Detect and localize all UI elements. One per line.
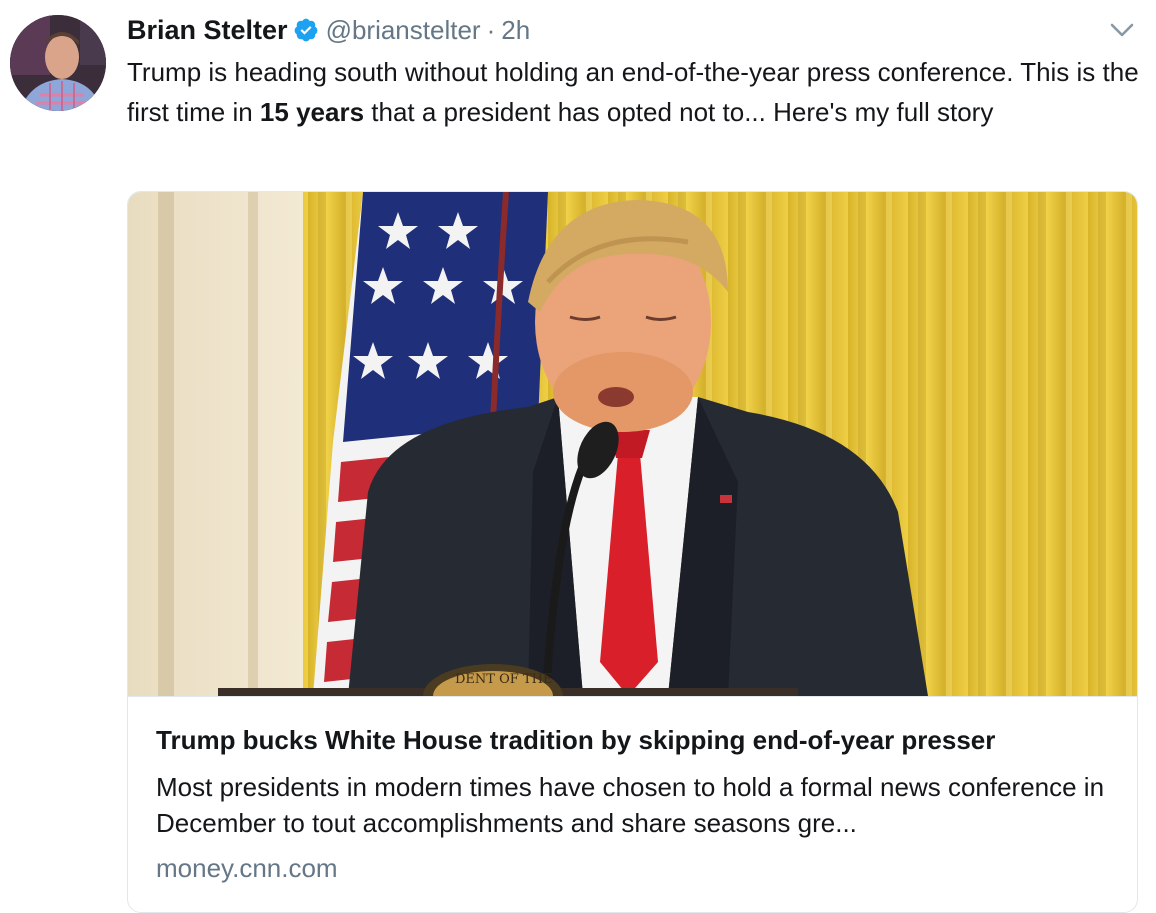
tweet-text: Trump is heading south without holding a… xyxy=(127,52,1147,132)
author-name[interactable]: Brian Stelter xyxy=(127,15,288,46)
author-handle[interactable]: @brianstelter xyxy=(326,15,481,46)
tweet-text-part2: that a president has opted not to... Her… xyxy=(364,97,994,127)
tweet-text-bold: 15 years xyxy=(259,97,365,127)
card-description: Most presidents in modern times have cho… xyxy=(156,772,1105,838)
verified-badge-icon xyxy=(293,17,319,43)
link-card[interactable]: DENT OF THE Trump bucks White House trad… xyxy=(127,191,1138,913)
avatar[interactable] xyxy=(10,15,106,111)
card-title[interactable]: Trump bucks White House tradition by ski… xyxy=(156,725,1116,756)
chevron-down-icon[interactable] xyxy=(1108,20,1136,40)
seal-text: DENT OF THE xyxy=(455,672,552,687)
card-domain: money.cnn.com xyxy=(156,853,338,883)
header-separator: · xyxy=(486,14,496,45)
card-photo: DENT OF THE xyxy=(128,192,1137,696)
card-body: Trump bucks White House tradition by ski… xyxy=(128,696,1137,883)
card-image[interactable]: DENT OF THE xyxy=(128,192,1137,696)
avatar-photo xyxy=(10,15,106,111)
tweet-timestamp[interactable]: 2h xyxy=(501,15,530,46)
tweet-header: Brian Stelter @brianstelter · 2h xyxy=(127,12,530,48)
tweet: Brian Stelter @brianstelter · 2h Trump i… xyxy=(0,0,1156,913)
